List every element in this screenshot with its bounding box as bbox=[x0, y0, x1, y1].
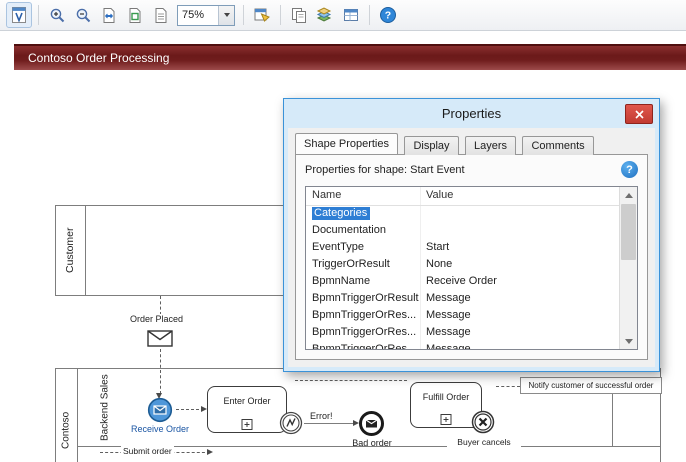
pool-label-contoso[interactable]: Contoso bbox=[55, 398, 77, 462]
dialog-tabs: Shape Properties Display Layers Comments bbox=[288, 128, 655, 154]
fulfill-order-label: Fulfill Order bbox=[423, 392, 470, 402]
notify-connector-line[interactable] bbox=[612, 394, 613, 446]
column-header-name[interactable]: Name bbox=[312, 189, 341, 201]
property-name[interactable]: BpmnTriggerOrRes... bbox=[312, 343, 416, 349]
property-value[interactable]: Start bbox=[426, 241, 449, 253]
scrollbar-up-icon[interactable] bbox=[620, 187, 637, 203]
selected-property-name[interactable]: Categories bbox=[312, 207, 370, 220]
receive-order-label: Receive Order bbox=[122, 424, 198, 434]
property-row[interactable]: BpmnTriggerOrRes... Message bbox=[306, 341, 620, 349]
cancel-boundary-event[interactable] bbox=[471, 410, 495, 439]
shape-properties-caption: Properties for shape: Start Event bbox=[305, 164, 465, 176]
scrollbar-thumb[interactable] bbox=[621, 204, 636, 260]
property-row-triggerorresult[interactable]: TriggerOrResult None bbox=[306, 256, 620, 273]
property-value[interactable]: Message bbox=[426, 292, 471, 304]
enter-order-task[interactable]: Enter Order bbox=[207, 386, 287, 433]
property-row[interactable]: BpmnTriggerOrRes... Message bbox=[306, 307, 620, 324]
properties-dialog: Properties Shape Properties Display Laye… bbox=[283, 98, 660, 372]
message-flow-line[interactable] bbox=[295, 380, 407, 381]
property-row-bpmnname[interactable]: BpmnName Receive Order bbox=[306, 273, 620, 290]
help-glyph: ? bbox=[626, 164, 633, 176]
app-window: 75% ? Contoso Order Processing Cust bbox=[0, 0, 686, 462]
error-boundary-event[interactable] bbox=[279, 411, 303, 440]
tab-layers[interactable]: Layers bbox=[465, 136, 516, 155]
property-name[interactable]: Documentation bbox=[312, 224, 386, 236]
scrollbar[interactable] bbox=[619, 187, 637, 349]
notify-customer-box[interactable]: Notify customer of successful order bbox=[520, 377, 662, 394]
order-placed-label: Order Placed bbox=[128, 314, 185, 324]
tab-shape-properties[interactable]: Shape Properties bbox=[295, 133, 398, 154]
property-row-categories[interactable]: Categories bbox=[306, 205, 620, 222]
customer-lane-label-divider bbox=[85, 205, 86, 295]
subprocess-plus-marker bbox=[441, 414, 452, 425]
error-flow-label: Error! bbox=[308, 411, 335, 421]
message-flow-line[interactable] bbox=[160, 296, 161, 315]
property-name[interactable]: BpmnTriggerOrRes... bbox=[312, 309, 416, 321]
submit-order-label: Submit order bbox=[121, 446, 174, 456]
column-header-value[interactable]: Value bbox=[426, 189, 453, 201]
message-flow-line[interactable] bbox=[160, 349, 161, 394]
scrollbar-down-icon[interactable] bbox=[620, 333, 637, 349]
grid-header: Name Value bbox=[306, 187, 620, 206]
lane-label-customer[interactable]: Customer bbox=[55, 205, 85, 295]
tab-comments[interactable]: Comments bbox=[522, 136, 593, 155]
close-button[interactable] bbox=[625, 104, 653, 124]
shape-properties-panel: Properties for shape: Start Event ? Name… bbox=[295, 154, 648, 360]
property-name[interactable]: TriggerOrResult bbox=[312, 258, 390, 270]
dialog-titlebar[interactable]: Properties bbox=[284, 99, 659, 128]
property-row-eventtype[interactable]: EventType Start bbox=[306, 239, 620, 256]
property-value[interactable]: Message bbox=[426, 309, 471, 321]
property-row[interactable]: BpmnTriggerOrRes... Message bbox=[306, 324, 620, 341]
bad-order-label: Bad order bbox=[341, 438, 403, 448]
property-row-documentation[interactable]: Documentation bbox=[306, 222, 620, 239]
property-value[interactable]: Message bbox=[426, 326, 471, 338]
pool-label-divider bbox=[77, 368, 78, 462]
notify-customer-label: Notify customer of successful order bbox=[529, 381, 654, 390]
subprocess-plus-marker bbox=[242, 419, 253, 430]
property-row-bpmntriggerorresult[interactable]: BpmnTriggerOrResult Message bbox=[306, 290, 620, 307]
property-value[interactable]: Receive Order bbox=[426, 275, 497, 287]
property-name[interactable]: BpmnName bbox=[312, 275, 370, 287]
dialog-body: Shape Properties Display Layers Comments… bbox=[288, 128, 655, 367]
properties-grid: Name Value Categories Documentation bbox=[305, 186, 638, 350]
property-value[interactable]: None bbox=[426, 258, 452, 270]
sequence-flow-line[interactable] bbox=[176, 409, 204, 410]
grid-rows: Categories Documentation EventType Start bbox=[306, 205, 620, 349]
flow-arrowhead bbox=[207, 449, 213, 455]
enter-order-label: Enter Order bbox=[223, 396, 270, 406]
buyer-cancels-label: Buyer cancels bbox=[447, 437, 521, 447]
message-flow-line[interactable] bbox=[496, 386, 520, 387]
property-name[interactable]: EventType bbox=[312, 241, 364, 253]
tab-display[interactable]: Display bbox=[404, 136, 458, 155]
property-name[interactable]: BpmnTriggerOrResult bbox=[312, 292, 419, 304]
lane-label-backend-sales[interactable]: Backend Sales bbox=[88, 370, 122, 446]
error-flow-line[interactable] bbox=[304, 423, 356, 424]
property-value[interactable]: Message bbox=[426, 343, 471, 349]
close-icon bbox=[635, 110, 644, 119]
dialog-help-icon[interactable]: ? bbox=[621, 161, 638, 178]
property-name[interactable]: BpmnTriggerOrRes... bbox=[312, 326, 416, 338]
dialog-title: Properties bbox=[442, 106, 501, 121]
